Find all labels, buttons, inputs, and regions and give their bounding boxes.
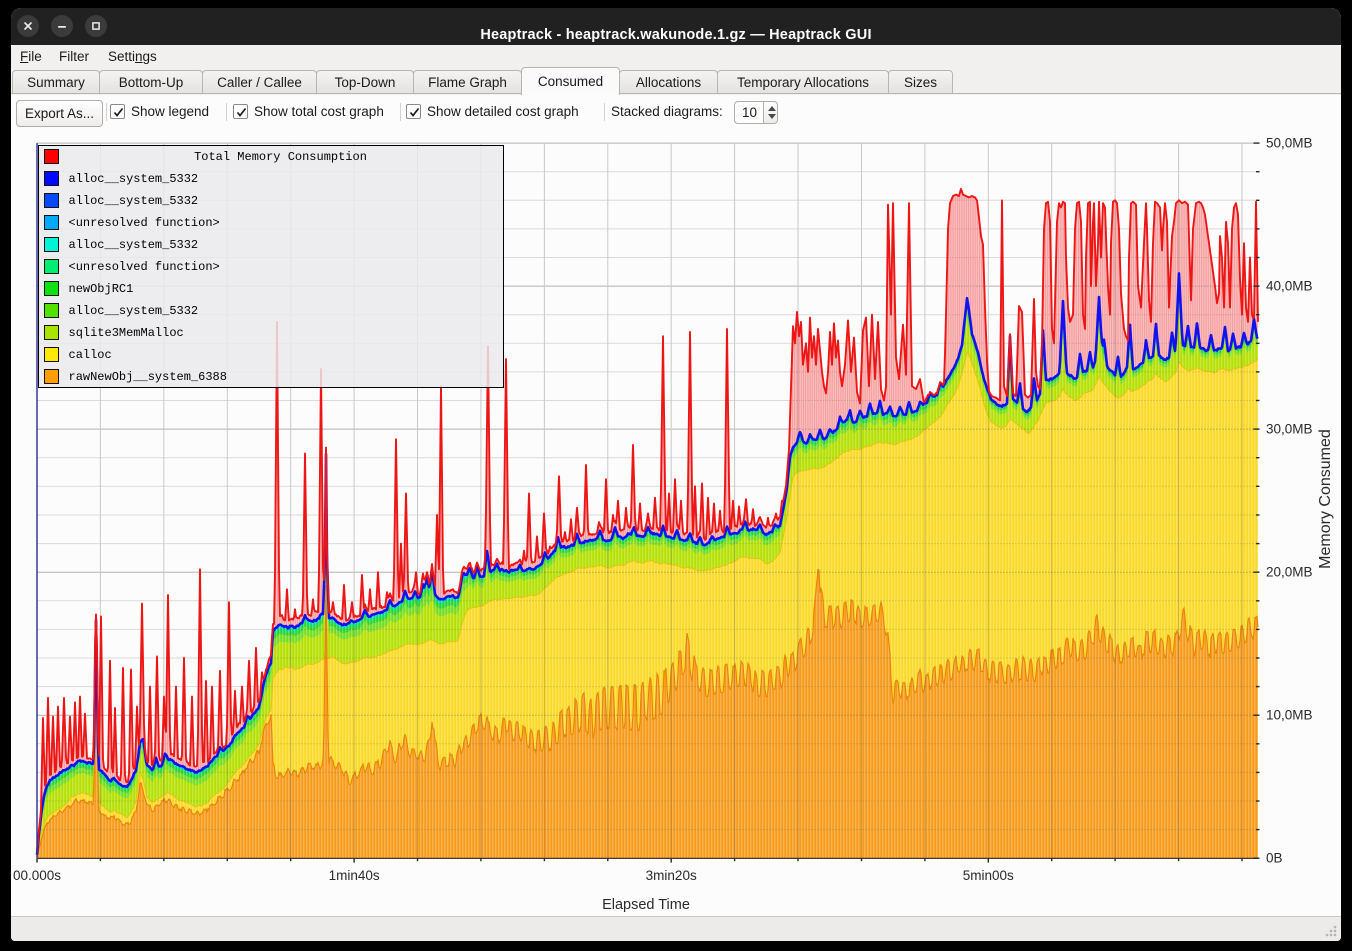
svg-text:1min40s: 1min40s [329, 868, 380, 883]
svg-text:10,0MB: 10,0MB [1266, 708, 1313, 723]
svg-text:50,0MB: 50,0MB [1266, 136, 1313, 151]
svg-text:Memory Consumed: Memory Consumed [1317, 429, 1334, 569]
svg-text:40,0MB: 40,0MB [1266, 279, 1313, 294]
svg-text:20,0MB: 20,0MB [1266, 565, 1313, 580]
svg-text:30,0MB: 30,0MB [1266, 422, 1313, 437]
svg-text:0B: 0B [1266, 851, 1283, 866]
svg-text:5min00s: 5min00s [963, 868, 1014, 883]
svg-text:3min20s: 3min20s [646, 868, 697, 883]
svg-text:00.000s: 00.000s [13, 868, 61, 883]
svg-text:Elapsed Time: Elapsed Time [602, 897, 690, 913]
